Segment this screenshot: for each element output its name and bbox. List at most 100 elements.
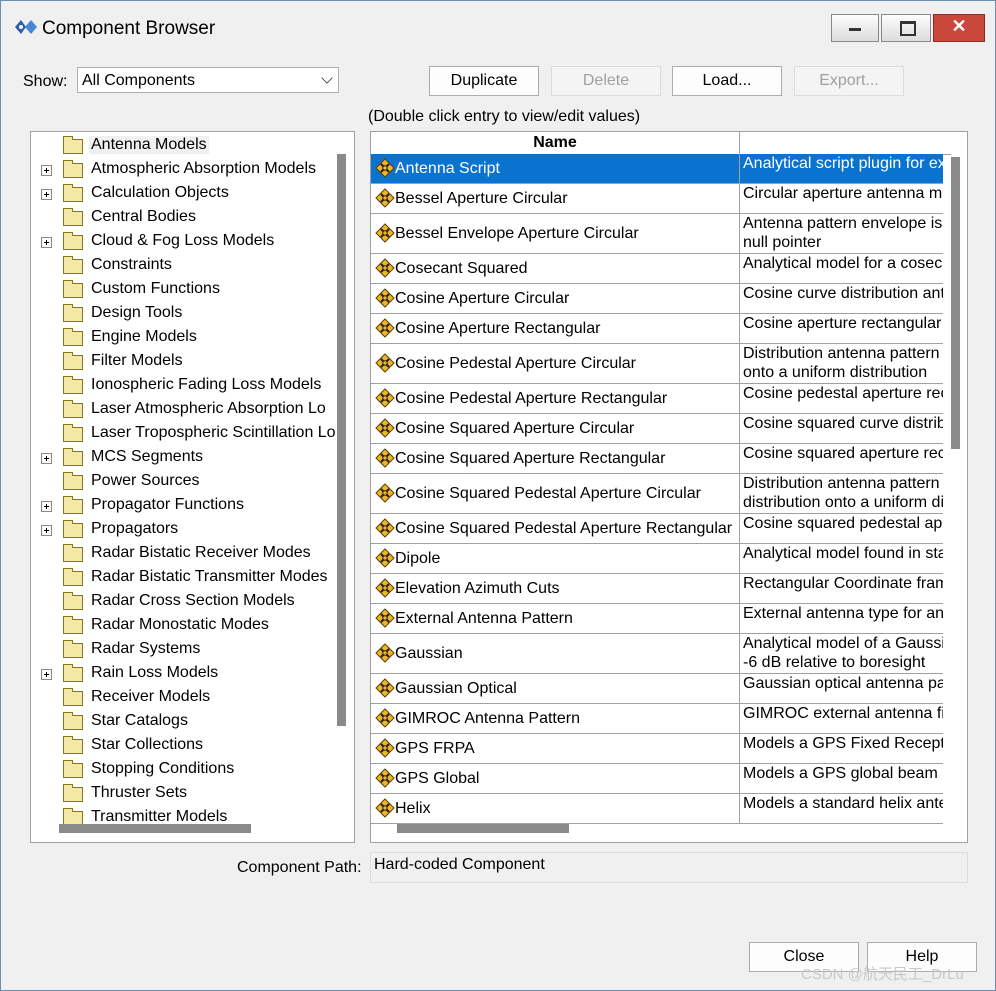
tree-item[interactable]: Laser Tropospheric Scintillation Lo xyxy=(31,423,336,447)
tree-item-label: Filter Models xyxy=(91,352,183,369)
window-title: Component Browser xyxy=(42,18,216,39)
duplicate-button[interactable]: Duplicate xyxy=(429,66,539,96)
tree-item[interactable]: Propagators xyxy=(31,519,331,543)
table-row[interactable]: Bessel Envelope Aperture Circular Antenna… xyxy=(371,214,943,254)
antenna-component-icon xyxy=(375,578,395,598)
name-cell: Dipole xyxy=(371,544,740,573)
tree-item[interactable]: Rain Loss Models xyxy=(31,663,331,687)
tree-item[interactable]: Power Sources xyxy=(31,471,331,495)
expand-plus-icon[interactable] xyxy=(41,189,52,200)
expand-plus-icon[interactable] xyxy=(41,501,52,512)
table-row[interactable]: Cosine Squared Pedestal Aperture Rectang… xyxy=(371,514,943,544)
tree-item[interactable]: Filter Models xyxy=(31,351,331,375)
list-horizontal-scrollbar[interactable] xyxy=(397,824,569,833)
table-row[interactable]: Cosine Squared Aperture Rectangular Cosin… xyxy=(371,444,943,474)
maximize-button[interactable] xyxy=(881,14,931,42)
tree-item[interactable]: Custom Functions xyxy=(31,279,331,303)
table-row[interactable]: Cosine Aperture Rectangular Cosine apertu… xyxy=(371,314,943,344)
table-row[interactable]: Elevation Azimuth Cuts Rectangular Coordi… xyxy=(371,574,943,604)
name-cell: Bessel Aperture Circular xyxy=(371,184,740,213)
load-button[interactable]: Load... xyxy=(672,66,782,96)
table-row[interactable]: GIMROC Antenna Pattern GIMROC external an… xyxy=(371,704,943,734)
export-button[interactable]: Export... xyxy=(794,66,904,96)
tree-item[interactable]: Propagator Functions xyxy=(31,495,331,519)
tree-item[interactable]: Antenna Models xyxy=(31,135,331,159)
tree-item-label: Power Sources xyxy=(91,472,200,489)
expand-plus-icon[interactable] xyxy=(41,165,52,176)
row-description: Distribution antenna pattern c distribut… xyxy=(743,475,943,511)
tree-item[interactable]: Cloud & Fog Loss Models xyxy=(31,231,331,255)
tree-item[interactable]: MCS Segments xyxy=(31,447,331,471)
expand-plus-icon[interactable] xyxy=(41,237,52,248)
table-row[interactable]: Antenna Script Analytical script plugin f… xyxy=(371,154,943,184)
row-name: GIMROC Antenna Pattern xyxy=(395,710,580,727)
tree-item[interactable]: Radar Monostatic Modes xyxy=(31,615,331,639)
close-window-button[interactable]: ✕ xyxy=(933,14,985,42)
row-description: Rectangular Coordinate fram xyxy=(743,575,943,592)
table-row[interactable]: Helix Models a standard helix ante xyxy=(371,794,943,824)
tree-item-label: Propagators xyxy=(91,520,179,537)
expand-plus-icon[interactable] xyxy=(41,669,52,680)
tree-item[interactable]: Thruster Sets xyxy=(31,783,331,807)
show-filter-select[interactable]: All Components xyxy=(77,67,339,93)
name-cell: Cosine Squared Aperture Circular xyxy=(371,414,740,443)
name-cell: Helix xyxy=(371,794,740,823)
table-row[interactable]: Bessel Aperture Circular Circular apertur… xyxy=(371,184,943,214)
tree-item-label: Ionospheric Fading Loss Models xyxy=(91,376,322,393)
list-vertical-scrollbar[interactable] xyxy=(951,157,960,449)
tree-item[interactable]: Radar Bistatic Transmitter Modes xyxy=(31,567,331,591)
name-cell: Cosine Aperture Rectangular xyxy=(371,314,740,343)
tree-item[interactable]: Star Collections xyxy=(31,735,331,759)
tree-item[interactable]: Ionospheric Fading Loss Models xyxy=(31,375,331,399)
minimize-button[interactable] xyxy=(831,14,879,42)
delete-button[interactable]: Delete xyxy=(551,66,661,96)
tree-item[interactable]: Atmospheric Absorption Models xyxy=(31,159,331,183)
tree-item[interactable]: Central Bodies xyxy=(31,207,331,231)
table-row[interactable]: External Antenna Pattern External antenna… xyxy=(371,604,943,634)
table-row[interactable]: Cosine Squared Aperture Circular Cosine s… xyxy=(371,414,943,444)
table-row[interactable]: Cosine Aperture Circular Cosine curve dis… xyxy=(371,284,943,314)
title-bar[interactable]: Component Browser ✕ xyxy=(1,1,995,47)
folder-icon xyxy=(63,568,83,586)
antenna-component-icon xyxy=(375,708,395,728)
tree-item[interactable]: Constraints xyxy=(31,255,331,279)
expand-plus-icon[interactable] xyxy=(41,525,52,536)
column-header-name[interactable]: Name xyxy=(371,132,740,154)
tree-item[interactable]: Radar Systems xyxy=(31,639,331,663)
tree-item[interactable]: Stopping Conditions xyxy=(31,759,331,783)
component-list[interactable]: Name Antenna Script Analytical script plu… xyxy=(370,131,968,843)
tree-item[interactable]: Calculation Objects xyxy=(31,183,331,207)
tree-item-label: Radar Systems xyxy=(91,640,201,657)
row-description: Circular aperture antenna mo xyxy=(743,185,943,202)
tree-item-label: Laser Tropospheric Scintillation Lo xyxy=(91,424,336,441)
component-type-tree[interactable]: Antenna Models Atmospheric Absorption Mod… xyxy=(30,131,355,843)
tree-item[interactable]: Star Catalogs xyxy=(31,711,331,735)
expand-plus-icon[interactable] xyxy=(41,453,52,464)
table-row[interactable]: GPS FRPA Models a GPS Fixed Recept xyxy=(371,734,943,764)
row-name: Gaussian Optical xyxy=(395,680,517,697)
column-header-description[interactable] xyxy=(740,132,950,154)
table-row[interactable]: Gaussian Optical Gaussian optical antenna… xyxy=(371,674,943,704)
tree-item[interactable]: Radar Cross Section Models xyxy=(31,591,331,615)
name-cell: Cosine Pedestal Aperture Rectangular xyxy=(371,384,740,413)
folder-icon xyxy=(63,280,83,298)
table-row[interactable]: Cosine Pedestal Aperture Circular Distrib… xyxy=(371,344,943,384)
table-row[interactable]: Cosine Squared Pedestal Aperture Circula… xyxy=(371,474,943,514)
tree-item[interactable]: Radar Bistatic Receiver Modes xyxy=(31,543,331,567)
tree-item[interactable]: Receiver Models xyxy=(31,687,331,711)
row-description: Cosine squared curve distrib xyxy=(743,415,943,432)
table-row[interactable]: Gaussian Analytical model of a Gaussia -6… xyxy=(371,634,943,674)
row-name: Antenna Script xyxy=(395,160,500,177)
table-row[interactable]: GPS Global Models a GPS global beam a xyxy=(371,764,943,794)
table-row[interactable]: Dipole Analytical model found in star xyxy=(371,544,943,574)
table-row[interactable]: Cosecant Squared Analytical model for a c… xyxy=(371,254,943,284)
tree-item[interactable]: Laser Atmospheric Absorption Lo xyxy=(31,399,331,423)
tree-item-label: MCS Segments xyxy=(91,448,204,465)
tree-item[interactable]: Engine Models xyxy=(31,327,331,351)
component-path-label: Component Path: xyxy=(237,859,362,876)
table-row[interactable]: Cosine Pedestal Aperture Rectangular Cosi… xyxy=(371,384,943,414)
tree-horizontal-scrollbar[interactable] xyxy=(59,824,251,833)
tree-item-label: Receiver Models xyxy=(91,688,211,705)
tree-vertical-scrollbar[interactable] xyxy=(337,154,346,726)
tree-item[interactable]: Design Tools xyxy=(31,303,331,327)
